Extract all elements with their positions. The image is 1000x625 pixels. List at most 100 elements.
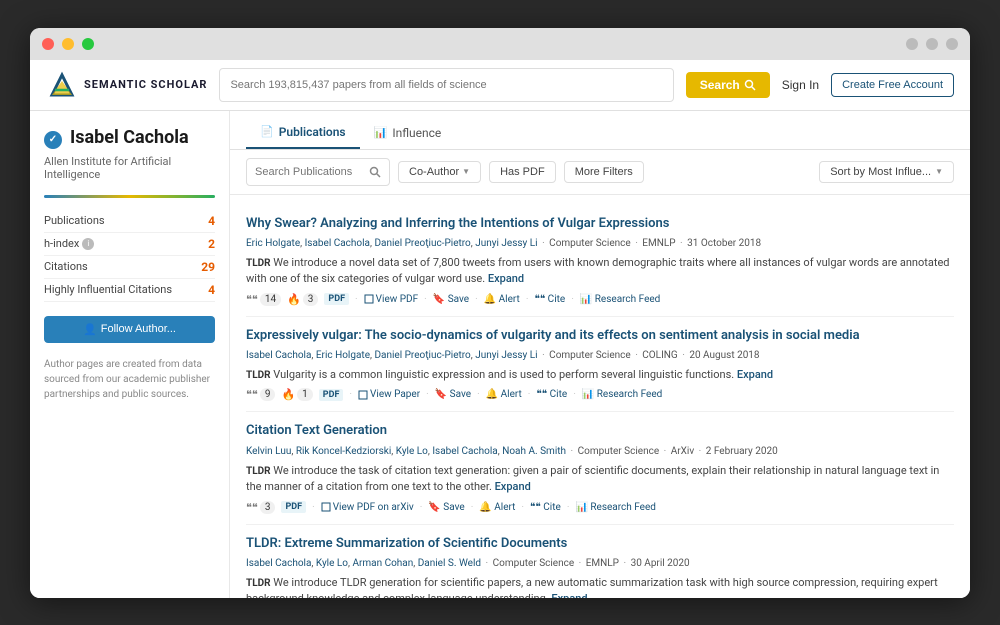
save-link[interactable]: 🔖 Save: [433, 294, 469, 305]
stat-value-hindex: 2: [208, 237, 215, 251]
cite-link[interactable]: ❝❝ Cite: [536, 389, 567, 400]
pdf-badge: PDF: [324, 293, 349, 305]
view-pdf-arxiv-link[interactable]: View PDF on arXiv: [321, 502, 414, 513]
expand-link[interactable]: Expand: [551, 592, 587, 597]
paper-author-link[interactable]: Noah A. Smith: [502, 446, 566, 457]
expand-link[interactable]: Expand: [737, 368, 773, 381]
search-button[interactable]: Search: [686, 72, 770, 98]
sidebar-divider: [44, 195, 215, 198]
tabs-bar: 📄 Publications 📊 Influence: [230, 111, 970, 150]
research-feed-link[interactable]: 📊 Research Feed: [575, 502, 656, 513]
paper-meta: Eric Holgate, Isabel Cachola, Daniel Pre…: [246, 236, 954, 251]
research-feed-link[interactable]: 📊 Research Feed: [582, 389, 663, 400]
stat-influential: Highly Influential Citations 4: [44, 279, 215, 302]
more-filters-button[interactable]: More Filters: [564, 161, 644, 183]
paper-title[interactable]: Why Swear? Analyzing and Inferring the I…: [246, 215, 954, 233]
title-bar: [30, 28, 970, 60]
control-btn-1[interactable]: [906, 38, 918, 50]
research-feed-link[interactable]: 📊 Research Feed: [580, 294, 661, 305]
save-link[interactable]: 🔖 Save: [428, 502, 464, 513]
stat-value-citations: 29: [201, 260, 215, 274]
search-bar[interactable]: [219, 68, 673, 102]
author-header: Isabel Cachola: [44, 127, 215, 149]
publication-search[interactable]: [246, 158, 390, 186]
pdf-badge: PDF: [281, 501, 306, 513]
alert-link[interactable]: 🔔 Alert: [479, 502, 515, 513]
alert-link[interactable]: 🔔 Alert: [484, 294, 520, 305]
paper-actions: ❝❝ 3 PDF · View PDF on arXiv · 🔖 Save: [246, 501, 954, 514]
sort-arrow-icon: ▼: [935, 167, 943, 176]
alert-link[interactable]: 🔔 Alert: [486, 389, 522, 400]
stat-label-hindex: h-index: [44, 237, 79, 250]
paper-author-link[interactable]: Eric Holgate: [246, 238, 300, 249]
navbar: SEMANTIC SCHOLAR Search Sign In Create F…: [30, 60, 970, 111]
paper-author-link[interactable]: Daniel Preoţiuc-Pietro: [374, 350, 470, 361]
page-content: SEMANTIC SCHOLAR Search Sign In Create F…: [30, 60, 970, 598]
paper-author-link[interactable]: Eric Holgate: [316, 350, 370, 361]
paper-actions: ❝❝ 9 🔥 1 PDF · View Paper: [246, 388, 954, 401]
cite-link[interactable]: ❝❝ Cite: [534, 294, 565, 305]
paper-author-link[interactable]: Junyi Jessy Li: [475, 238, 537, 249]
paper-item: Citation Text Generation Kelvin Luu, Rik…: [246, 412, 954, 524]
paper-author-link[interactable]: Daniel Preoţiuc-Pietro: [374, 238, 470, 249]
paper-author-link[interactable]: Isabel Cachola: [246, 558, 311, 569]
control-btn-3[interactable]: [946, 38, 958, 50]
paper-author-link[interactable]: Daniel S. Weld: [418, 558, 481, 569]
close-button[interactable]: [42, 38, 54, 50]
search-input[interactable]: [230, 79, 662, 91]
browser-window: SEMANTIC SCHOLAR Search Sign In Create F…: [30, 28, 970, 598]
paper-author-link[interactable]: Rik Koncel-Kedziorski: [296, 446, 391, 457]
minimize-button[interactable]: [62, 38, 74, 50]
has-pdf-filter[interactable]: Has PDF: [489, 161, 556, 183]
paper-author-link[interactable]: Kyle Lo: [396, 446, 428, 457]
paper-author-link[interactable]: Junyi Jessy Li: [475, 350, 537, 361]
publication-search-input[interactable]: [255, 166, 365, 178]
cite-link[interactable]: ❝❝ Cite: [530, 502, 561, 513]
paper-title[interactable]: Citation Text Generation: [246, 422, 954, 440]
tab-publications[interactable]: 📄 Publications: [246, 119, 360, 149]
paper-title[interactable]: TLDR: Extreme Summarization of Scientifi…: [246, 535, 954, 553]
pub-search-icon: [369, 166, 381, 178]
follow-author-button[interactable]: 👤 Follow Author...: [44, 316, 215, 343]
main-content: Isabel Cachola Allen Institute for Artif…: [30, 111, 970, 598]
expand-link[interactable]: Expand: [495, 480, 531, 493]
paper-item: TLDR: Extreme Summarization of Scientifi…: [246, 525, 954, 598]
paper-author-link[interactable]: Isabel Cachola: [305, 238, 370, 249]
tab-influence[interactable]: 📊 Influence: [360, 119, 456, 149]
stat-label-citations: Citations: [44, 260, 88, 273]
paper-author-link[interactable]: Kyle Lo: [316, 558, 348, 569]
save-link[interactable]: 🔖 Save: [435, 389, 471, 400]
paper-author-link[interactable]: Isabel Cachola: [246, 350, 311, 361]
info-icon[interactable]: i: [82, 238, 94, 250]
paper-author-link[interactable]: Arman Cohan: [352, 558, 413, 569]
citation-badge: ❝❝ 3: [246, 501, 275, 514]
paper-item: Why Swear? Analyzing and Inferring the I…: [246, 205, 954, 317]
view-pdf-link[interactable]: View PDF: [364, 294, 419, 305]
paper-meta: Kelvin Luu, Rik Koncel-Kedziorski, Kyle …: [246, 444, 954, 459]
expand-link[interactable]: Expand: [488, 272, 524, 285]
view-paper-link[interactable]: View Paper: [358, 389, 420, 400]
co-author-filter[interactable]: Co-Author ▼: [398, 161, 481, 183]
influence-tab-icon: 📊: [374, 126, 388, 139]
maximize-button[interactable]: [82, 38, 94, 50]
view-paper-icon: [358, 390, 368, 400]
paper-author-link[interactable]: Isabel Cachola: [432, 446, 497, 457]
logo-area: SEMANTIC SCHOLAR: [46, 69, 207, 101]
paper-meta: Isabel Cachola, Eric Holgate, Daniel Pre…: [246, 348, 954, 363]
stat-hindex-label-row: h-index i: [44, 237, 94, 250]
stat-label-influential: Highly Influential Citations: [44, 283, 172, 296]
verified-badge: [44, 131, 62, 149]
paper-author-link[interactable]: Kelvin Luu: [246, 446, 291, 457]
sidebar: Isabel Cachola Allen Institute for Artif…: [30, 111, 230, 598]
search-icon: [744, 79, 756, 91]
influential-badge: 🔥 1: [281, 388, 312, 401]
influential-badge: 🔥 3: [287, 293, 318, 306]
sort-button[interactable]: Sort by Most Influe... ▼: [819, 161, 954, 183]
sign-in-button[interactable]: Sign In: [782, 78, 819, 92]
paper-title[interactable]: Expressively vulgar: The socio-dynamics …: [246, 327, 954, 345]
view-pdf-arxiv-icon: [321, 502, 331, 512]
create-account-button[interactable]: Create Free Account: [831, 73, 954, 97]
paper-meta: Isabel Cachola, Kyle Lo, Arman Cohan, Da…: [246, 556, 954, 571]
logo-text: SEMANTIC SCHOLAR: [84, 78, 207, 91]
control-btn-2[interactable]: [926, 38, 938, 50]
